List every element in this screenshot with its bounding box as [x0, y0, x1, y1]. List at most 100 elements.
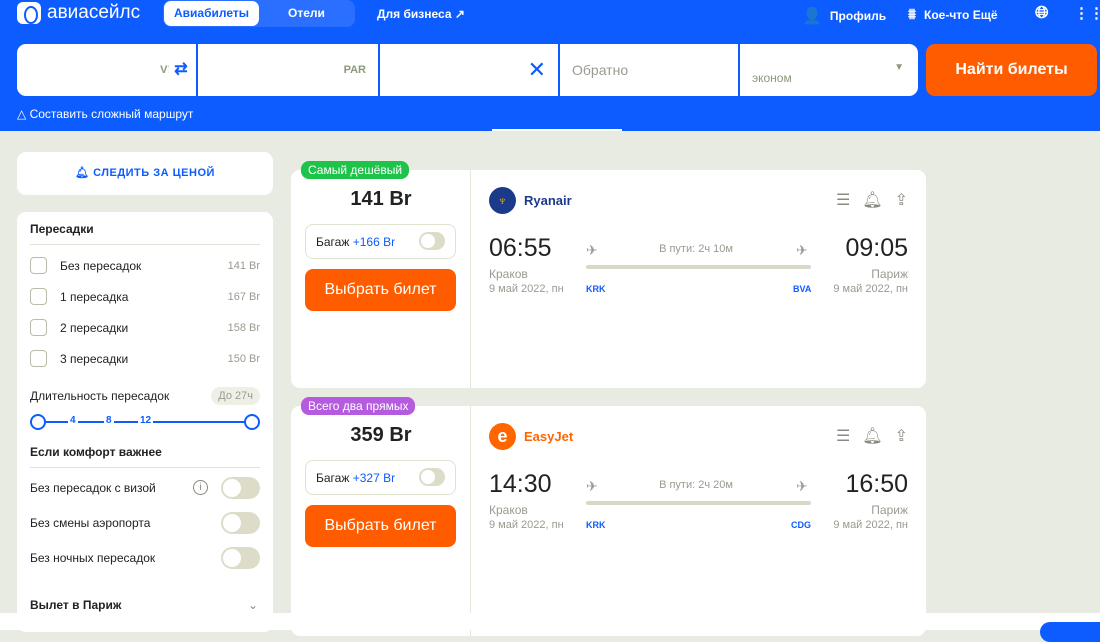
slider-tick: 12 [138, 415, 154, 426]
logo-icon [17, 2, 41, 24]
checkbox[interactable] [30, 257, 47, 274]
add-to-list-icon[interactable]: ☰ [836, 190, 850, 210]
ticket-card: Всего два прямых 359 Br Багаж +327 Br Вы… [291, 397, 926, 636]
comfort-option: Без ночных пересадок [30, 540, 260, 575]
direct-badge: Всего два прямых [301, 397, 416, 415]
profile-button[interactable]: 👤 Профиль [802, 6, 886, 26]
chevron-down-icon: ▼ [894, 62, 904, 73]
floating-button[interactable] [1040, 622, 1100, 642]
chevron-down-icon: ⌄ [247, 597, 258, 612]
share-icon[interactable]: ⇪ [895, 190, 908, 210]
tab-hotels[interactable]: Отели [278, 1, 335, 26]
cheapest-badge: Самый дешёвый [301, 161, 410, 179]
tab-flights[interactable]: Авиабилеты [164, 1, 259, 26]
easyjet-logo-icon: e [489, 423, 516, 450]
toggle[interactable] [221, 511, 260, 534]
arrival-time: 16:50 [845, 470, 908, 498]
departure-airport[interactable]: KRK [586, 520, 606, 530]
route-bar [586, 265, 811, 269]
airline-name: Ryanair [524, 193, 572, 208]
find-tickets-button[interactable]: Найти билеты [926, 44, 1097, 96]
departure-airport[interactable]: KRK [586, 284, 606, 294]
toggle[interactable] [221, 546, 260, 569]
bottom-bar [0, 613, 1100, 630]
more-logo-icon: ⩩ [908, 6, 917, 23]
stops-option[interactable]: 3 пересадки 150 Br [30, 343, 260, 374]
departure-city: Краков [489, 503, 528, 517]
slider-handle-min[interactable] [30, 414, 46, 430]
business-link[interactable]: Для бизнеса ↗ [377, 7, 465, 21]
baggage-toggle[interactable] [419, 232, 445, 250]
logo[interactable]: авиасейлс [17, 2, 140, 24]
filters-panel: Пересадки Без пересадок 141 Br 1 пересадк… [17, 212, 273, 632]
add-to-list-icon[interactable]: ☰ [836, 426, 850, 446]
duration-badge: До 27ч [211, 386, 260, 405]
date-field[interactable]: 9 мая, пн ✕ [380, 44, 558, 96]
more-button[interactable]: ⩩ Кое-что Ещё [908, 6, 998, 23]
arrival-date: 9 май 2022, пн [833, 283, 908, 295]
arrival-city: Париж [871, 503, 908, 517]
nav-tabs: Авиабилеты Отели [163, 0, 355, 27]
arrival-airport[interactable]: CDG [791, 520, 811, 530]
flight-duration: В пути: 2ч 10м [659, 243, 733, 255]
follow-price-button[interactable]: 🔔︎ СЛЕДИТЬ ЗА ЦЕНОЙ [17, 152, 273, 195]
checkbox[interactable] [30, 350, 47, 367]
stops-title: Пересадки [30, 212, 260, 245]
bell-icon: 🔔︎ [75, 167, 94, 179]
info-icon[interactable]: i [193, 480, 208, 495]
select-ticket-button[interactable]: Выбрать билет [305, 505, 456, 547]
stops-option[interactable]: 2 пересадки 158 Br [30, 312, 260, 343]
baggage-option[interactable]: Багаж +327 Br [305, 460, 456, 495]
route-icon: △ [17, 107, 30, 121]
swap-button[interactable]: ⇄ [168, 57, 194, 83]
slider-tick: 8 [104, 415, 114, 426]
landing-icon: ✈︎ [796, 242, 808, 258]
arrival-time: 09:05 [845, 234, 908, 262]
user-icon: 👤 [802, 8, 822, 25]
clear-date-icon[interactable]: ✕ [528, 57, 546, 83]
arrival-airport[interactable]: BVA [793, 284, 811, 294]
baggage-toggle[interactable] [419, 468, 445, 486]
duration-slider[interactable]: 4 8 12 [30, 411, 260, 433]
departure-date: 9 май 2022, пн [489, 283, 564, 295]
tab-indicator [492, 129, 622, 131]
apps-grid-icon[interactable]: ⋮⋮⋮ [1074, 4, 1100, 22]
header: авиасейлс Авиабилеты Отели Для бизнеса ↗… [0, 0, 1100, 131]
baggage-option[interactable]: Багаж +166 Br [305, 224, 456, 259]
bell-icon[interactable]: 🔔︎ [862, 190, 882, 210]
share-icon[interactable]: ⇪ [895, 426, 908, 446]
toggle[interactable] [221, 476, 260, 499]
select-ticket-button[interactable]: Выбрать билет [305, 269, 456, 311]
ticket-price: 359 Br [350, 424, 412, 446]
landing-icon: ✈︎ [796, 478, 808, 494]
departure-date: 9 май 2022, пн [489, 519, 564, 531]
complex-route-link[interactable]: △ Составить сложный маршрут [17, 107, 193, 121]
arrival-date: 9 май 2022, пн [833, 519, 908, 531]
departure-time: 14:30 [489, 470, 552, 498]
airline-name: EasyJet [524, 429, 574, 444]
stops-option[interactable]: Без пересадок 141 Br [30, 250, 260, 281]
comfort-option: Без смены аэропорта [30, 505, 260, 540]
slider-handle-max[interactable] [244, 414, 260, 430]
ryanair-logo-icon: ♆ [489, 187, 516, 214]
duration-title: Длительность пересадок [30, 388, 170, 403]
destination-field[interactable]: Париж PAR [198, 44, 378, 96]
departure-city: Краков [489, 267, 528, 281]
arrival-city: Париж [871, 267, 908, 281]
checkbox[interactable] [30, 288, 47, 305]
search-form: ВильнюсVNO ПарижPAR 9 мая, пн✕ Обратно 1… [17, 44, 918, 96]
slider-tick: 4 [68, 415, 78, 426]
stops-option[interactable]: 1 пересадка 167 Br [30, 281, 260, 312]
departure-time: 06:55 [489, 234, 552, 262]
route-bar [586, 501, 811, 505]
comfort-title: Если комфорт важнее [30, 433, 260, 468]
bell-icon[interactable]: 🔔︎ [862, 426, 882, 446]
checkbox[interactable] [30, 319, 47, 336]
flight-duration: В пути: 2ч 20м [659, 479, 733, 491]
comfort-option: Без пересадок с визой i [30, 470, 260, 505]
ticket-card: Самый дешёвый 141 Br Багаж +166 Br Выбра… [291, 161, 926, 388]
ticket-price: 141 Br [350, 188, 412, 210]
passengers-field[interactable]: 1 пассажир эконом ▼ [740, 44, 918, 96]
globe-icon[interactable]: 🌐︎ [1035, 3, 1049, 23]
return-date-field[interactable]: Обратно [560, 44, 738, 96]
